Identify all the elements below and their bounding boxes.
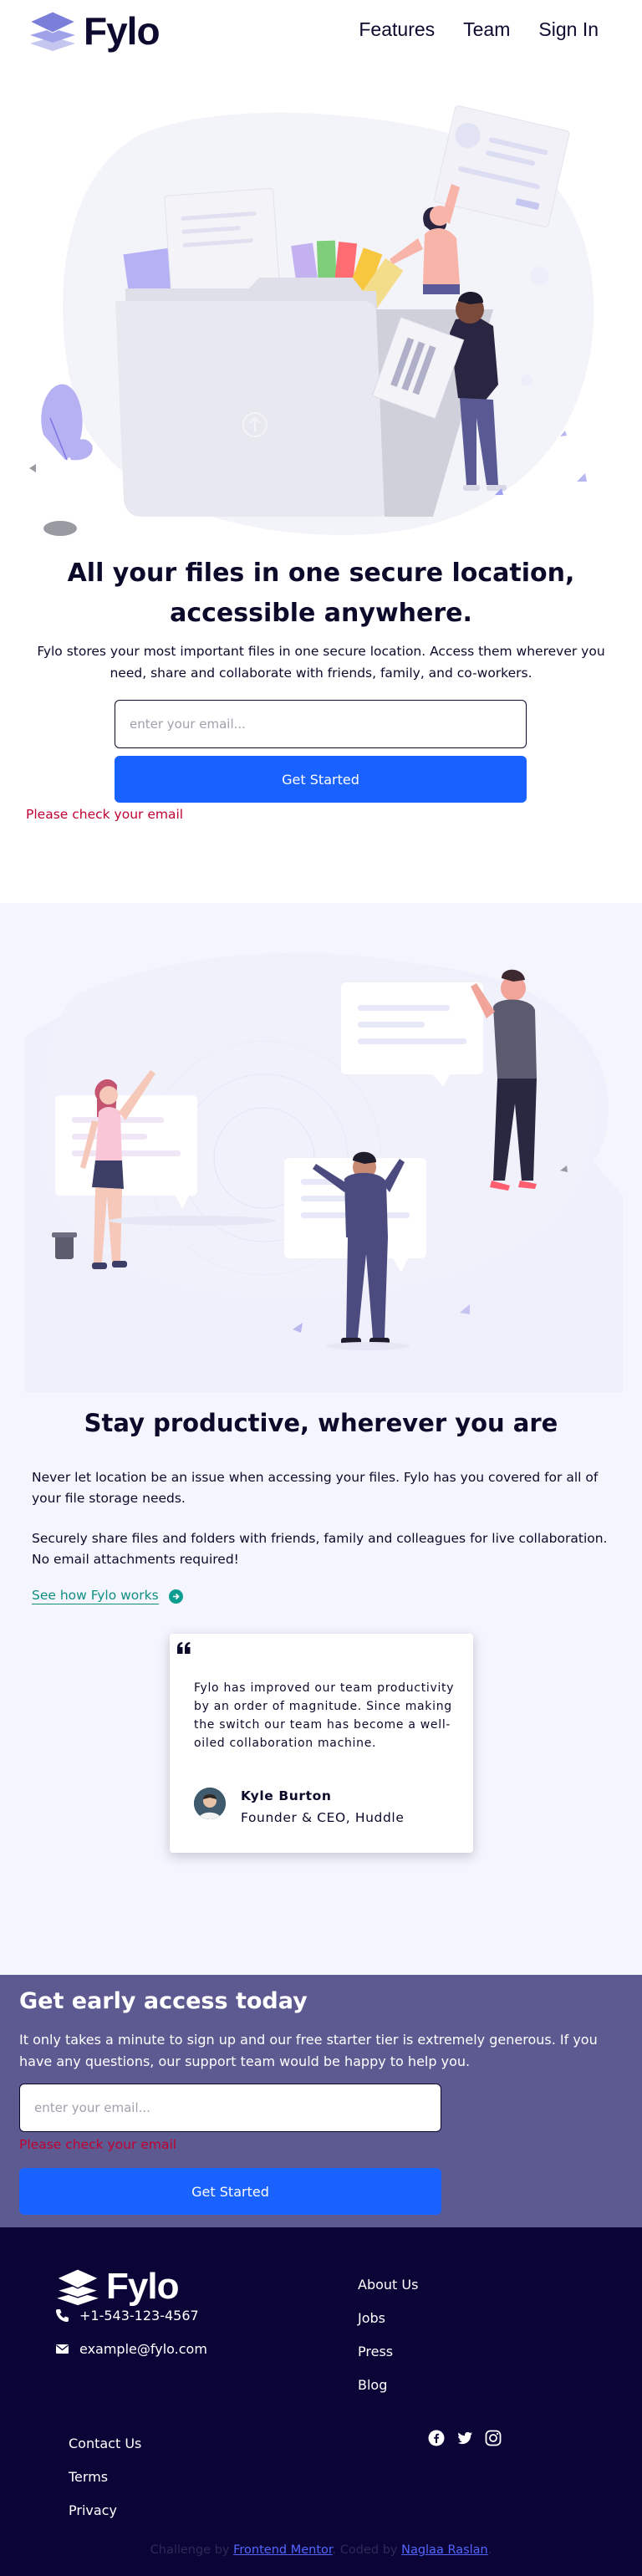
social-links — [428, 2430, 502, 2446]
avatar — [194, 1788, 226, 1819]
early-access-description: It only takes a minute to sign up and ou… — [19, 2032, 598, 2069]
footer-email-text: example@fylo.com — [79, 2341, 207, 2357]
attribution-suffix: . — [487, 2543, 492, 2557]
footer-link-terms[interactable]: Terms — [69, 2461, 141, 2494]
productive-paragraph-1: Never let location be an issue when acce… — [32, 1470, 599, 1506]
phone-icon — [56, 2309, 69, 2322]
nav-team-link[interactable]: Team — [463, 18, 510, 41]
twitter-icon[interactable] — [456, 2430, 473, 2446]
early-access-email-error: Please check your email — [19, 2137, 177, 2152]
logo-icon — [55, 2268, 100, 2306]
attribution-prefix: Challenge by — [150, 2543, 234, 2557]
quote-icon — [177, 1642, 191, 1654]
brand-logo[interactable]: Fylo — [28, 8, 160, 54]
footer-email: example@fylo.com — [55, 2341, 207, 2357]
footer-phone: +1-543-123-4567 — [55, 2308, 199, 2324]
email-icon — [56, 2344, 69, 2354]
footer-link-jobs[interactable]: Jobs — [358, 2302, 418, 2335]
logo-icon — [28, 11, 77, 51]
hero-description: Fylo stores your most important files in… — [37, 644, 605, 681]
brand-name: Fylo — [84, 9, 160, 53]
hero-get-started-button[interactable]: Get Started — [115, 756, 527, 803]
hero-email-input[interactable] — [115, 700, 527, 748]
footer-link-about-us[interactable]: About Us — [358, 2268, 418, 2302]
productive-illustration — [25, 952, 623, 1392]
testimonial-author-name: Kyle Burton — [241, 1788, 332, 1803]
hero-illustration — [29, 105, 594, 536]
footer-link-contact-us[interactable]: Contact Us — [69, 2427, 141, 2461]
attribution-middle: . Coded by — [332, 2543, 402, 2557]
testimonial-card: Fylo has improved our team productivity … — [170, 1634, 473, 1853]
site-header: Fylo Features Team Sign In — [0, 0, 642, 67]
footer-logo[interactable]: Fylo — [55, 2266, 179, 2308]
main-nav: Features Team Sign In — [359, 18, 599, 41]
early-access-title: Get early access today — [19, 1988, 308, 2014]
footer-phone-text: +1-543-123-4567 — [79, 2308, 199, 2324]
footer-link-press[interactable]: Press — [358, 2335, 418, 2369]
footer-link-privacy[interactable]: Privacy — [69, 2494, 141, 2528]
footer-links-col-1: About Us Jobs Press Blog — [358, 2268, 418, 2402]
productive-paragraph-2: Securely share files and folders with fr… — [32, 1531, 608, 1567]
see-how-fylo-works-link[interactable]: See how Fylo works — [32, 1588, 159, 1604]
nav-sign-in-link[interactable]: Sign In — [538, 18, 599, 41]
hero-email-error: Please check your email — [26, 807, 184, 822]
facebook-icon[interactable] — [428, 2430, 445, 2446]
instagram-icon[interactable] — [485, 2430, 502, 2446]
footer-links-col-2: Contact Us Terms Privacy — [69, 2427, 141, 2528]
author-link[interactable]: Naglaa Raslan — [401, 2543, 488, 2557]
footer-link-blog[interactable]: Blog — [358, 2369, 418, 2402]
productive-title: Stay productive, wherever you are — [84, 1409, 558, 1437]
early-access-get-started-button[interactable]: Get Started — [19, 2168, 441, 2215]
testimonial-quote: Fylo has improved our team productivity … — [194, 1681, 455, 1750]
hero-title: All your files in one secure location, a… — [67, 559, 575, 628]
landing-page: Fylo Features Team Sign In All your file… — [0, 0, 642, 2576]
testimonial-author-role: Founder & CEO, Huddle — [241, 1810, 405, 1825]
early-access-email-input[interactable] — [19, 2084, 441, 2132]
frontend-mentor-link[interactable]: Frontend Mentor — [233, 2543, 332, 2557]
footer-brand-name: Fylo — [106, 2266, 179, 2307]
arrow-right-icon[interactable] — [168, 1589, 183, 1604]
attribution: Challenge by Frontend Mentor. Coded by N… — [0, 2543, 642, 2557]
see-how-fylo-works: See how Fylo works — [32, 1588, 183, 1604]
nav-features-link[interactable]: Features — [359, 18, 435, 41]
